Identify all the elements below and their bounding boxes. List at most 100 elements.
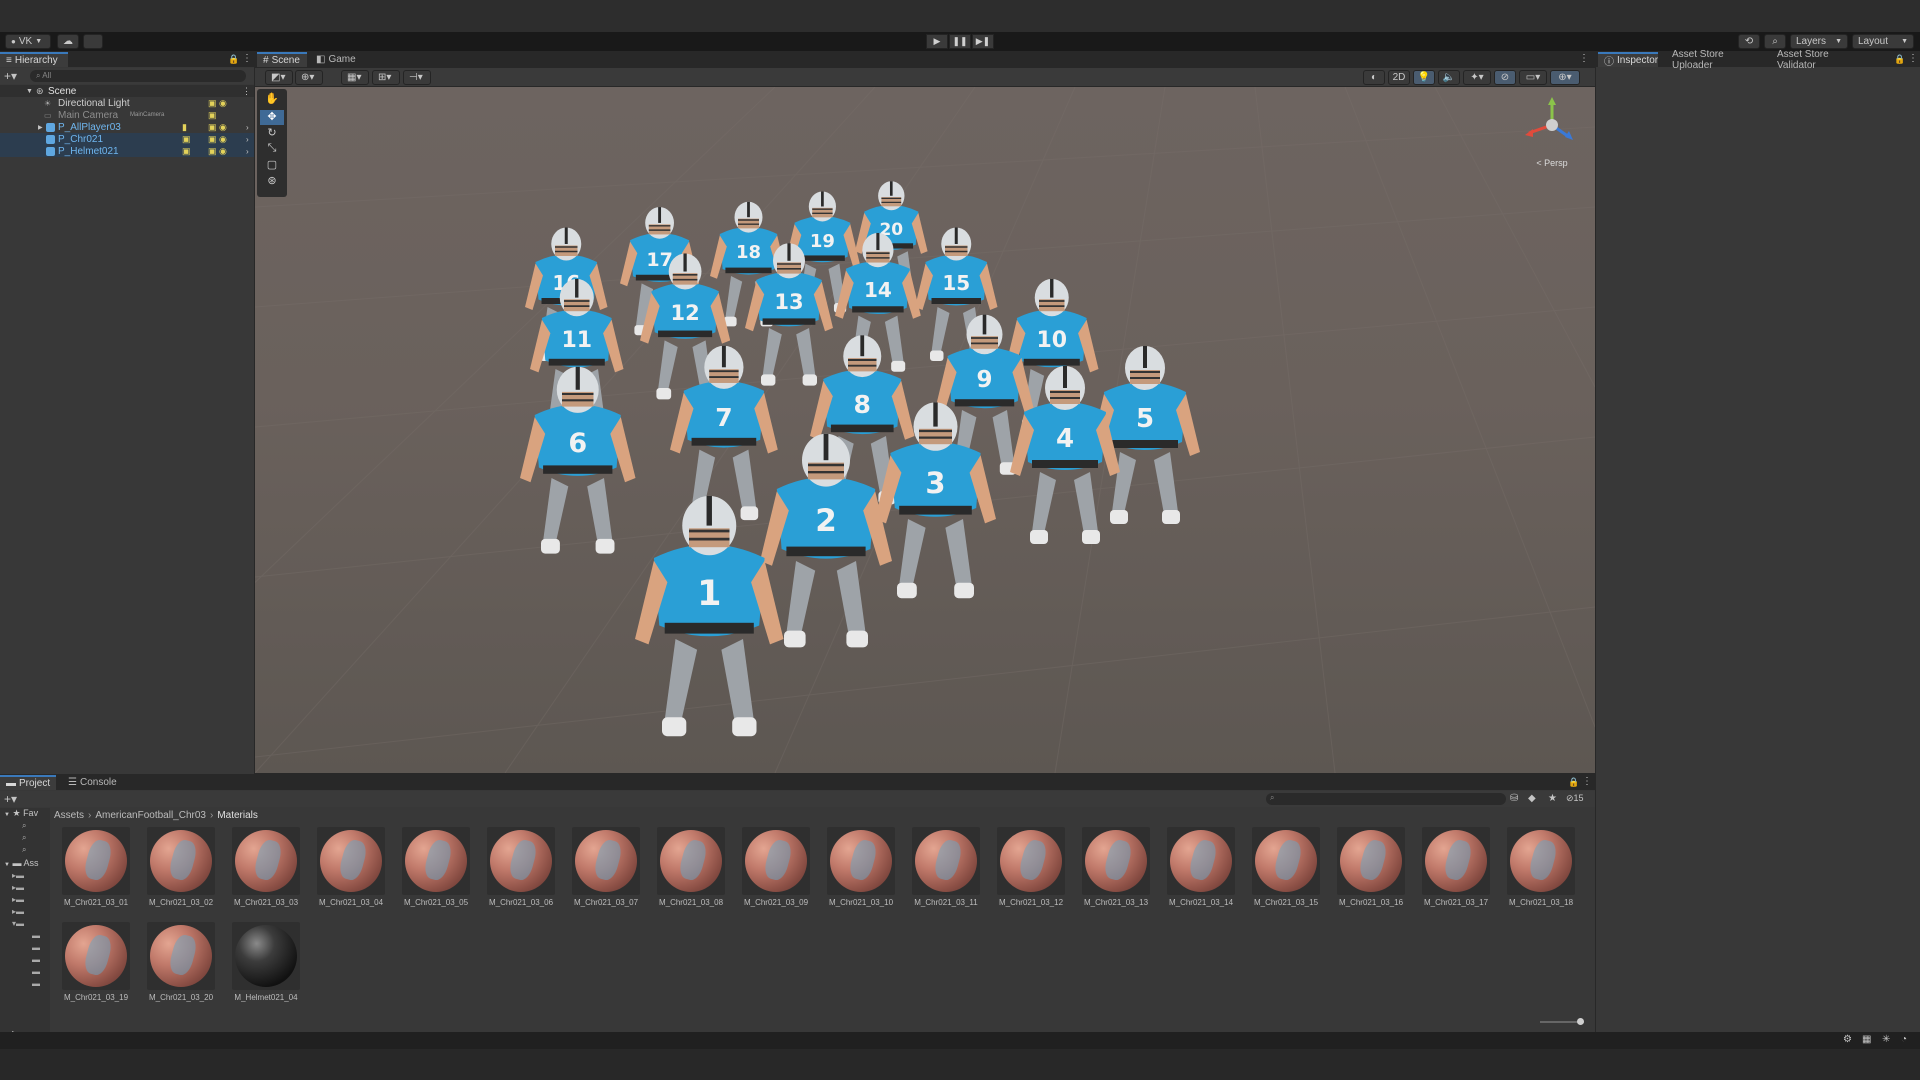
scale-tool-button[interactable]: ⤡ <box>260 142 284 157</box>
material-asset[interactable]: M_Chr021_03_12 <box>991 827 1071 907</box>
material-asset[interactable]: M_Chr021_03_11 <box>906 827 986 907</box>
hierarchy-item-directional-light[interactable]: ☀ Directional Light ▣ ◉ <box>0 97 254 109</box>
play-button[interactable]: ▶ <box>926 34 948 49</box>
material-asset[interactable]: M_Chr021_03_05 <box>396 827 476 907</box>
lock-icon[interactable]: 🔒 <box>1894 54 1905 65</box>
lock-icon[interactable]: 🔒 <box>1568 777 1579 788</box>
football-player[interactable]: 1 <box>635 477 784 761</box>
more-options-icon[interactable]: ⋮ <box>242 86 251 97</box>
hierarchy-item-helmet021[interactable]: P_Helmet021 ▣ ▣ ◉ › <box>0 145 254 157</box>
effects-dropdown[interactable]: ✦▾ <box>1463 70 1491 85</box>
debug-icon[interactable]: ✳ <box>1882 1034 1890 1045</box>
hidden-count-badge[interactable]: ⊘15 <box>1566 793 1584 804</box>
material-asset[interactable]: M_Chr021_03_18 <box>1501 827 1581 907</box>
tab-console[interactable]: ☰ Console <box>62 775 118 790</box>
audio-toggle[interactable]: 🔈 <box>1438 70 1460 85</box>
lock-icon[interactable]: 🔒 <box>228 54 239 65</box>
asset-subfolders[interactable]: ▸▬ ▸▬ ▸▬ ▸▬ ▾▬ <box>12 870 24 930</box>
favorite-star-icon[interactable]: ★ <box>1548 793 1557 804</box>
football-player[interactable]: 3 <box>875 387 996 618</box>
chevron-right-icon[interactable]: › <box>246 147 249 156</box>
scene-viewport[interactable]: ✋ ✥ ↻ ⤡ ▢ ⊛ < Persp 20191817151614131210… <box>255 87 1595 773</box>
project-search-input[interactable]: ⌕ <box>1266 793 1506 805</box>
gizmos-dropdown[interactable]: ⊕▾ <box>1550 70 1580 85</box>
add-icon[interactable]: +▾ <box>4 792 17 806</box>
tab-asset-store-validator[interactable]: Asset Store Validator <box>1771 49 1871 71</box>
cache-icon[interactable]: ▦ <box>1862 1034 1871 1045</box>
breadcrumb-item[interactable]: AmericanFootball_Chr03 <box>95 810 206 821</box>
favorite-searches[interactable]: ⌕ ⌕ ⌕ <box>22 820 26 856</box>
material-asset[interactable]: M_Chr021_03_13 <box>1076 827 1156 907</box>
material-asset[interactable]: M_Chr021_03_15 <box>1246 827 1326 907</box>
hidden-objects-toggle[interactable]: ⊘ <box>1494 70 1516 85</box>
toggle-2d-button[interactable]: 2D <box>1388 70 1410 85</box>
chevron-right-icon[interactable]: › <box>246 123 249 132</box>
label-filter-icon[interactable]: ◆ <box>1528 793 1536 804</box>
material-asset[interactable]: M_Chr021_03_09 <box>736 827 816 907</box>
material-asset[interactable]: M_Chr021_03_17 <box>1416 827 1496 907</box>
tab-asset-store-uploader[interactable]: Asset Store Uploader <box>1666 49 1766 71</box>
orientation-gizmo[interactable]: < Persp <box>1517 95 1587 175</box>
undo-history-button[interactable]: ⟲ <box>1738 34 1760 49</box>
more-options-icon[interactable]: ⋮ <box>1582 776 1592 787</box>
material-asset[interactable]: M_Chr021_03_20 <box>141 922 221 1002</box>
material-asset[interactable]: M_Chr021_03_06 <box>481 827 561 907</box>
tab-inspector[interactable]: ⓘ Inspector <box>1598 52 1658 68</box>
breadcrumb-item[interactable]: Assets <box>54 810 84 821</box>
account-dropdown[interactable]: ● VK ▼ <box>5 34 51 49</box>
rotate-tool-button[interactable]: ↻ <box>260 126 284 141</box>
material-asset[interactable]: M_Chr021_03_03 <box>226 827 306 907</box>
lighting-toggle[interactable]: 💡 <box>1413 70 1435 85</box>
grid-snap-dropdown[interactable]: ▦▾ <box>341 70 369 85</box>
football-player[interactable]: 4 <box>1010 352 1120 562</box>
visibility-eye-icon[interactable]: ◉ <box>219 146 227 157</box>
filter-type-icon[interactable]: ⛁ <box>1510 793 1518 804</box>
persp-label[interactable]: < Persp <box>1517 158 1587 168</box>
hierarchy-item-chr021[interactable]: P_Chr021 ▣ ▣ ◉ › <box>0 133 254 145</box>
layers-dropdown[interactable]: Layers ▼ <box>1790 34 1848 49</box>
material-asset[interactable]: M_Chr021_03_01 <box>56 827 136 907</box>
football-player[interactable]: 6 <box>520 352 636 573</box>
draw-mode-dropdown[interactable]: ◩▾ <box>265 70 293 85</box>
tab-hierarchy[interactable]: ≡ Hierarchy <box>0 52 68 67</box>
material-asset[interactable]: M_Chr021_03_04 <box>311 827 391 907</box>
material-asset[interactable]: M_Chr021_03_14 <box>1161 827 1241 907</box>
visibility-eye-icon[interactable]: ◉ <box>219 122 227 133</box>
shading-dropdown[interactable]: ◐ <box>1363 70 1385 85</box>
hierarchy-item-main-camera[interactable]: ▭ Main Camera MainCamera ▣ <box>0 109 254 121</box>
cloud-button[interactable]: ☁ <box>57 34 79 49</box>
snap-increment-dropdown[interactable]: ⊞▾ <box>372 70 400 85</box>
tab-scene[interactable]: # Scene <box>257 52 307 67</box>
material-asset[interactable]: M_Chr021_03_08 <box>651 827 731 907</box>
visibility-eye-icon[interactable]: ◉ <box>219 134 227 145</box>
step-button[interactable]: ▶❚ <box>972 34 994 49</box>
hierarchy-search-input[interactable]: ⌕ All <box>30 70 246 82</box>
auto-refresh-icon[interactable]: ◔ <box>1901 1034 1907 1045</box>
more-options-icon[interactable]: ⋮ <box>1579 53 1589 64</box>
material-asset[interactable]: M_Chr021_03_02 <box>141 827 221 907</box>
tab-game[interactable]: ◧ Game <box>310 52 360 67</box>
more-options-icon[interactable]: ⋮ <box>1908 53 1918 64</box>
scene-row[interactable]: ▼ ⊛ Scene ⋮ <box>0 85 254 97</box>
tab-project[interactable]: ▬ Project <box>0 775 56 790</box>
hierarchy-item-allplayer03[interactable]: ▶ P_AllPlayer03 ▮ ▣ ◉ › <box>0 121 254 133</box>
search-button[interactable]: ⌕ <box>1764 34 1786 49</box>
transform-tool-button[interactable]: ⊛ <box>260 174 284 189</box>
chevron-right-icon[interactable]: › <box>246 135 249 144</box>
material-asset[interactable]: M_Chr021_03_19 <box>56 922 136 1002</box>
material-asset[interactable]: M_Helmet021_04 <box>226 922 306 1002</box>
hand-tool-button[interactable]: ✋ <box>260 92 284 107</box>
expand-arrow-icon[interactable]: ▶ <box>38 124 43 131</box>
move-tool-button[interactable]: ✥ <box>260 110 284 125</box>
pivot-dropdown[interactable]: ⊕▾ <box>295 70 323 85</box>
ruler-dropdown[interactable]: ⊣▾ <box>403 70 431 85</box>
favorites-section[interactable]: ▼ ★ Fav <box>4 808 38 819</box>
camera-dropdown[interactable]: ▭▾ <box>1519 70 1547 85</box>
layout-dropdown[interactable]: Layout ▼ <box>1852 34 1914 49</box>
collab-button[interactable] <box>83 34 103 49</box>
pause-button[interactable]: ❚❚ <box>949 34 971 49</box>
material-asset[interactable]: M_Chr021_03_16 <box>1331 827 1411 907</box>
breadcrumb-item[interactable]: Materials <box>217 810 258 821</box>
progress-icon[interactable]: ⚙ <box>1843 1034 1852 1045</box>
more-options-icon[interactable]: ⋮ <box>242 53 252 64</box>
